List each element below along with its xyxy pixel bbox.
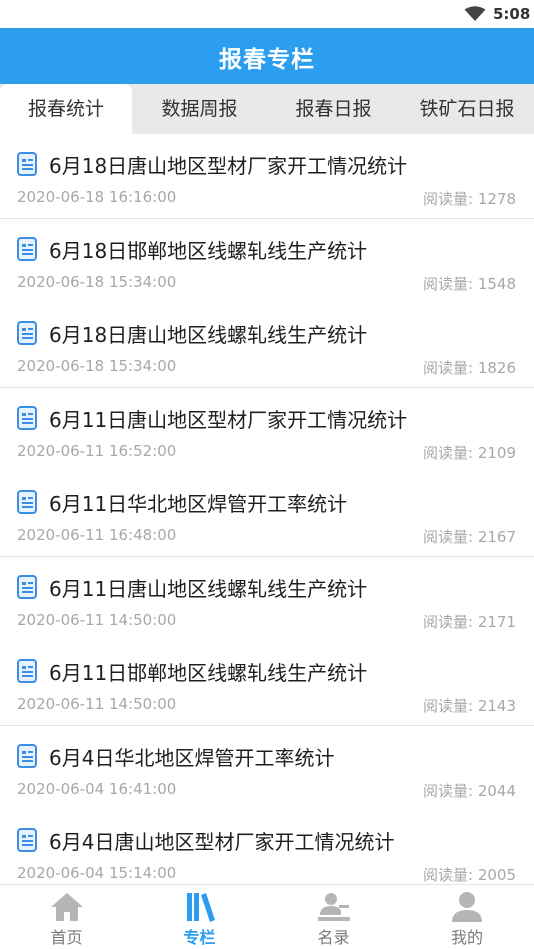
tab-bar: 报春统计 数据周报 报春日报 铁矿石日报 — [0, 84, 534, 134]
list-item[interactable]: 6月4日唐山地区型材厂家开工情况统计 2020-06-04 15:14:00 阅… — [0, 810, 534, 895]
wifi-icon — [464, 6, 486, 21]
bottom-nav: 首页 专栏 名录 我的 — [0, 884, 534, 949]
article-read-count: 阅读量: 2167 — [423, 528, 516, 546]
nav-label: 专栏 — [183, 928, 216, 947]
article-time: 2020-06-11 14:50:00 — [17, 695, 177, 713]
list-item[interactable]: 6月11日唐山地区型材厂家开工情况统计 2020-06-11 16:52:00 … — [0, 388, 534, 473]
article-title: 6月4日华北地区焊管开工率统计 — [49, 746, 335, 770]
app-header: 报春专栏 — [0, 28, 534, 84]
document-icon — [17, 406, 37, 430]
article-time: 2020-06-04 16:41:00 — [17, 780, 177, 798]
nav-column[interactable]: 专栏 — [133, 885, 266, 949]
tab-data-weekly[interactable]: 数据周报 — [133, 84, 266, 134]
article-title: 6月11日唐山地区线螺轧线生产统计 — [49, 577, 368, 601]
nav-label: 首页 — [50, 928, 83, 947]
article-title: 6月11日邯郸地区线螺轧线生产统计 — [49, 661, 368, 685]
article-read-count: 阅读量: 1278 — [423, 190, 516, 208]
document-icon — [17, 575, 37, 599]
article-title: 6月18日邯郸地区线螺轧线生产统计 — [49, 239, 368, 263]
tab-baochun-stats[interactable]: 报春统计 — [0, 84, 132, 134]
article-read-count: 阅读量: 2044 — [423, 782, 516, 800]
tab-iron-ore-daily[interactable]: 铁矿石日报 — [400, 84, 534, 134]
document-icon — [17, 828, 37, 852]
article-read-count: 阅读量: 2143 — [423, 697, 516, 715]
article-title: 6月4日唐山地区型材厂家开工情况统计 — [49, 830, 395, 854]
status-bar: 5:08 — [0, 0, 534, 28]
nav-label: 我的 — [450, 928, 483, 947]
list-item[interactable]: 6月18日邯郸地区线螺轧线生产统计 2020-06-18 15:34:00 阅读… — [0, 219, 534, 304]
nav-directory[interactable]: 名录 — [267, 885, 400, 949]
list-item[interactable]: 6月11日华北地区焊管开工率统计 2020-06-11 16:48:00 阅读量… — [0, 472, 534, 557]
home-icon — [50, 893, 83, 921]
article-time: 2020-06-18 15:34:00 — [17, 273, 177, 291]
article-title: 6月11日华北地区焊管开工率统计 — [49, 492, 348, 516]
document-icon — [17, 490, 37, 514]
document-icon — [17, 237, 37, 261]
document-icon — [17, 152, 37, 176]
article-time: 2020-06-04 15:14:00 — [17, 864, 177, 882]
person-icon — [452, 892, 482, 922]
document-icon — [17, 659, 37, 683]
directory-icon — [317, 893, 350, 921]
article-title: 6月11日唐山地区型材厂家开工情况统计 — [49, 408, 408, 432]
document-icon — [17, 744, 37, 768]
status-time: 5:08 — [493, 5, 531, 23]
article-read-count: 阅读量: 2171 — [423, 613, 516, 631]
article-read-count: 阅读量: 2109 — [423, 444, 516, 462]
document-icon — [17, 321, 37, 345]
list-item[interactable]: 6月4日华北地区焊管开工率统计 2020-06-04 16:41:00 阅读量:… — [0, 726, 534, 811]
article-time: 2020-06-11 16:48:00 — [17, 526, 177, 544]
article-read-count: 阅读量: 2005 — [423, 866, 516, 884]
page-title: 报春专栏 — [219, 47, 315, 73]
books-icon — [186, 893, 215, 922]
list-item[interactable]: 6月18日唐山地区型材厂家开工情况统计 2020-06-18 16:16:00 … — [0, 134, 534, 219]
nav-label: 名录 — [317, 928, 350, 947]
article-time: 2020-06-18 15:34:00 — [17, 357, 177, 375]
article-time: 2020-06-11 16:52:00 — [17, 442, 177, 460]
nav-mine[interactable]: 我的 — [400, 885, 534, 949]
article-read-count: 阅读量: 1826 — [423, 359, 516, 377]
tab-baochun-daily[interactable]: 报春日报 — [267, 84, 400, 134]
nav-home[interactable]: 首页 — [0, 885, 133, 949]
article-time: 2020-06-18 16:16:00 — [17, 188, 177, 206]
article-time: 2020-06-11 14:50:00 — [17, 611, 177, 629]
article-title: 6月18日唐山地区型材厂家开工情况统计 — [49, 154, 408, 178]
list-item[interactable]: 6月11日邯郸地区线螺轧线生产统计 2020-06-11 14:50:00 阅读… — [0, 641, 534, 726]
article-title: 6月18日唐山地区线螺轧线生产统计 — [49, 323, 368, 347]
list-item[interactable]: 6月18日唐山地区线螺轧线生产统计 2020-06-18 15:34:00 阅读… — [0, 303, 534, 388]
list-item[interactable]: 6月11日唐山地区线螺轧线生产统计 2020-06-11 14:50:00 阅读… — [0, 557, 534, 642]
article-read-count: 阅读量: 1548 — [423, 275, 516, 293]
